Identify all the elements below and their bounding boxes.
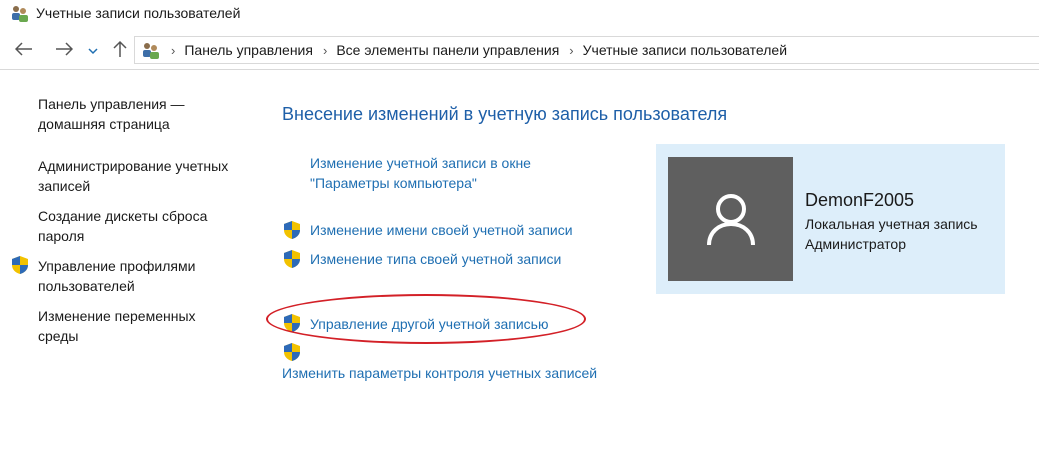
navigation-bar: › Панель управления › Все элементы панел…: [0, 28, 1039, 70]
sidebar-item-label: записей: [38, 178, 91, 194]
sidebar-item-label: Изменение переменных: [38, 308, 196, 324]
change-account-type-link[interactable]: Изменение типа своей учетной записи: [310, 249, 561, 269]
chevron-right-icon[interactable]: ›: [171, 43, 175, 58]
sidebar-item-label: пароля: [38, 228, 85, 244]
breadcrumb-control-panel[interactable]: Панель управления: [184, 42, 313, 58]
recent-locations-button[interactable]: [84, 40, 102, 62]
uac-shield-icon: [12, 256, 28, 274]
uac-shield-icon: [284, 343, 300, 361]
account-role: Администратор: [805, 236, 907, 252]
users-icon: [143, 43, 159, 59]
sidebar-item-manage-accounts[interactable]: Администрирование учетных записей: [38, 156, 253, 196]
user-icon: [706, 194, 755, 246]
window-title: Учетные записи пользователей: [36, 5, 241, 21]
arrow-right-icon: [56, 42, 73, 56]
uac-settings-link[interactable]: Изменить параметры контроля учетных запи…: [282, 363, 597, 383]
user-name: DemonF2005: [805, 190, 915, 210]
arrow-up-icon: [113, 40, 127, 57]
title-bar: Учетные записи пользователей: [0, 0, 1039, 28]
uac-shield-icon: [284, 250, 300, 268]
uac-shield-icon: [284, 314, 300, 332]
change-account-name-link[interactable]: Изменение имени своей учетной записи: [310, 220, 573, 240]
manage-another-account-link[interactable]: Управление другой учетной записью: [310, 314, 548, 334]
sidebar-item-label: Управление профилями: [38, 258, 196, 274]
breadcrumb-all-items[interactable]: Все элементы панели управления: [336, 42, 559, 58]
back-button[interactable]: [12, 38, 36, 60]
sidebar-item-environment-variables[interactable]: Изменение переменных среды: [38, 306, 253, 346]
uac-shield-icon: [284, 221, 300, 239]
sidebar-item-label: среды: [38, 328, 79, 344]
page-title: Внесение изменений в учетную запись поль…: [282, 104, 728, 124]
breadcrumb-user-accounts[interactable]: Учетные записи пользователей: [583, 42, 787, 58]
forward-button[interactable]: [52, 38, 76, 60]
chevron-right-icon[interactable]: ›: [323, 43, 327, 58]
sidebar-item-control-panel-home[interactable]: Панель управления — домашняя страница: [38, 94, 253, 134]
chevron-down-icon: [88, 48, 98, 55]
pc-settings-label: Изменение учетной записи в окне: [310, 155, 531, 171]
avatar: [668, 157, 793, 281]
sidebar-item-label: Создание дискеты сброса: [38, 208, 208, 224]
sidebar-item-password-reset-disk[interactable]: Создание дискеты сброса пароля: [38, 206, 253, 246]
user-account-card: DemonF2005 Локальная учетная запись Адми…: [656, 144, 1005, 294]
users-icon: [12, 6, 28, 22]
account-type: Локальная учетная запись: [805, 216, 978, 232]
sidebar-item-manage-profiles[interactable]: Управление профилями пользователей: [38, 256, 253, 296]
sidebar-item-label: Администрирование учетных: [38, 158, 229, 174]
chevron-right-icon[interactable]: ›: [569, 43, 573, 58]
pc-settings-label: "Параметры компьютера": [310, 175, 477, 191]
sidebar-item-label: домашняя страница: [38, 116, 170, 132]
address-bar[interactable]: › Панель управления › Все элементы панел…: [134, 36, 1039, 64]
arrow-left-icon: [15, 42, 32, 56]
up-button[interactable]: [108, 38, 132, 60]
pc-settings-link[interactable]: Изменение учетной записи в окне "Парамет…: [310, 153, 531, 193]
sidebar-item-label: пользователей: [38, 278, 135, 294]
sidebar-item-label: Панель управления —: [38, 96, 185, 112]
